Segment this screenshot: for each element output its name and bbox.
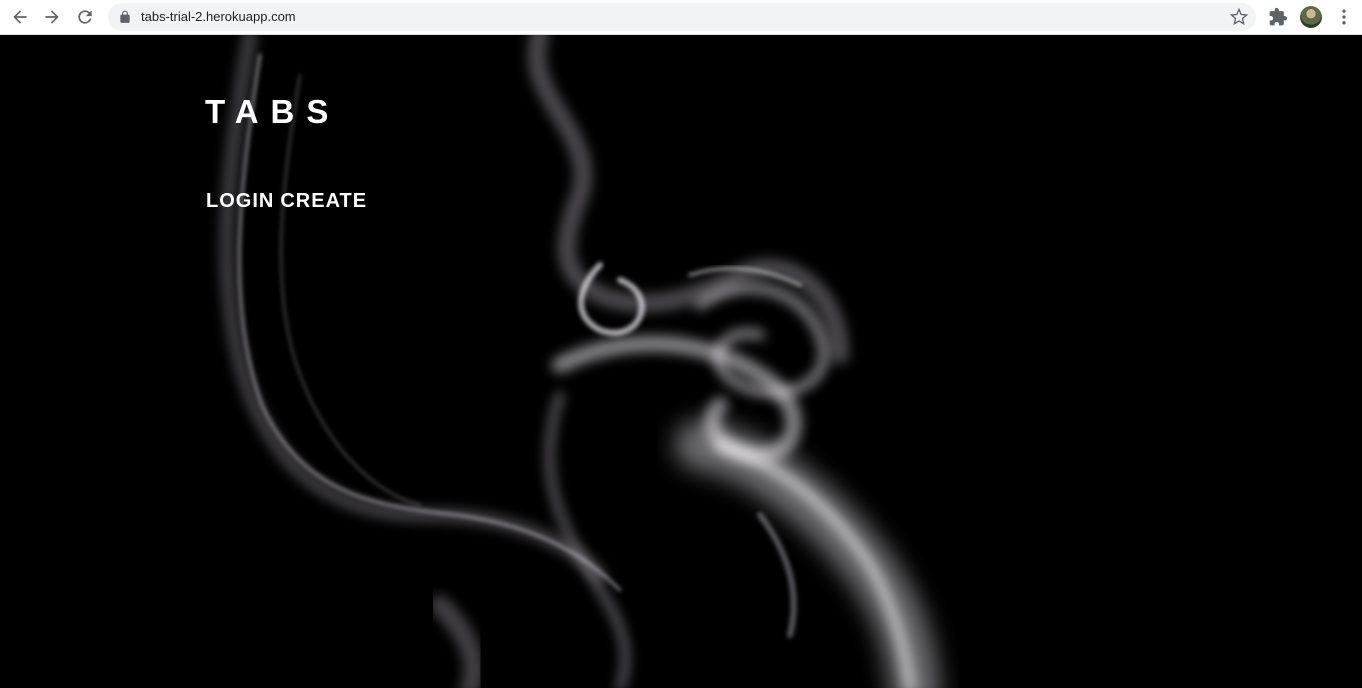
page-viewport: TABS LOGIN CREATE: [0, 35, 1362, 688]
url-text: tabs-trial-2.herokuapp.com: [141, 9, 296, 24]
forward-arrow-icon: [45, 10, 59, 24]
star-icon[interactable]: [1230, 8, 1248, 26]
browser-toolbar: tabs-trial-2.herokuapp.com: [0, 0, 1362, 35]
extensions-puzzle-icon[interactable]: [1268, 7, 1288, 27]
lock-icon: [120, 10, 130, 23]
reload-icon: [78, 10, 92, 24]
back-arrow-icon: [13, 10, 27, 24]
profile-avatar[interactable]: [1300, 6, 1322, 28]
forward-button[interactable]: [40, 5, 64, 29]
create-link[interactable]: CREATE: [280, 190, 367, 213]
page-title: TABS: [205, 93, 341, 130]
main-nav: LOGIN CREATE: [206, 190, 367, 213]
more-menu-icon[interactable]: [1334, 7, 1354, 27]
reload-button[interactable]: [73, 5, 97, 29]
address-bar[interactable]: tabs-trial-2.herokuapp.com: [108, 3, 1256, 31]
login-link[interactable]: LOGIN: [206, 190, 274, 213]
back-button[interactable]: [8, 5, 32, 29]
smoke-background-image: [219, 35, 940, 688]
